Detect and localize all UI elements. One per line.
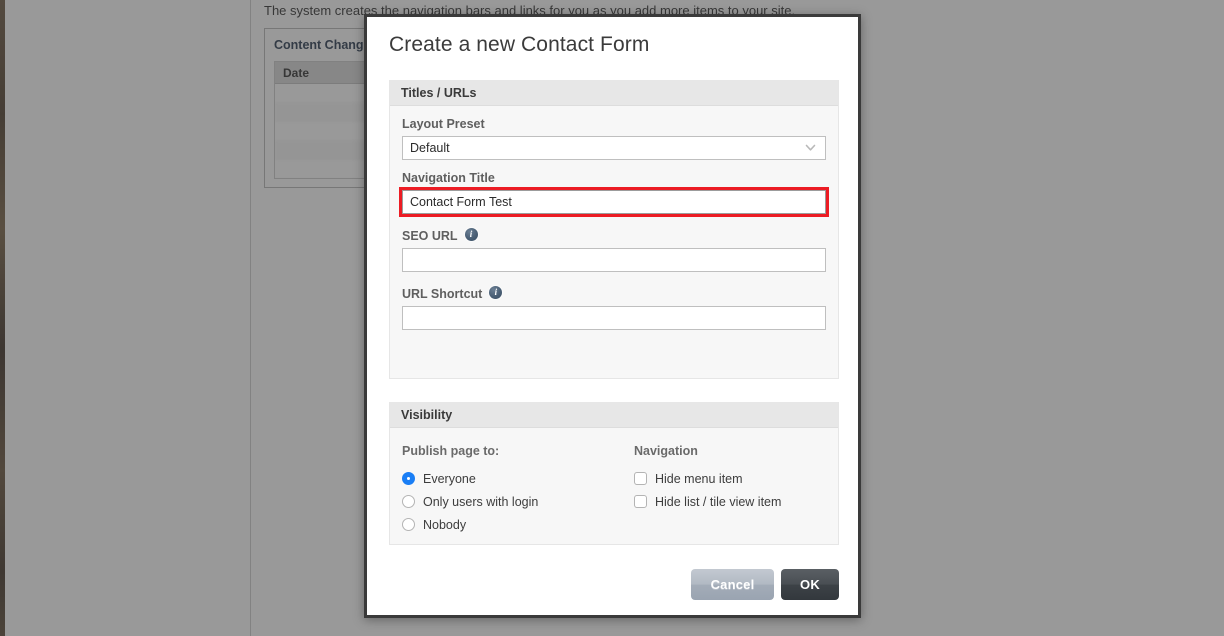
navigation-title-field: Navigation Title <box>399 170 829 217</box>
radio-icon <box>402 518 415 531</box>
seo-url-field: SEO URL <box>402 227 826 272</box>
url-shortcut-field: URL Shortcut <box>402 285 826 330</box>
checkbox-icon <box>634 495 647 508</box>
screen: The system creates the navigation bars a… <box>0 0 1224 636</box>
radio-everyone[interactable]: Everyone <box>402 467 634 490</box>
create-contact-form-dialog: Create a new Contact Form Titles / URLs … <box>364 14 861 618</box>
dialog-title: Create a new Contact Form <box>389 33 650 56</box>
radio-everyone-label: Everyone <box>423 471 476 486</box>
seo-url-label: SEO URL <box>402 227 826 244</box>
checkbox-hide-list-tile-view-item-label: Hide list / tile view item <box>655 494 782 509</box>
radio-only-users-with-login[interactable]: Only users with login <box>402 490 634 513</box>
checkbox-hide-menu-item[interactable]: Hide menu item <box>634 467 826 490</box>
info-icon[interactable] <box>464 227 478 241</box>
seo-url-label-text: SEO URL <box>402 229 458 243</box>
cancel-button[interactable]: Cancel <box>691 569 774 600</box>
publish-label: Publish page to: <box>402 444 500 458</box>
navigation-options-label: Navigation <box>634 444 698 458</box>
radio-icon <box>402 495 415 508</box>
visibility-section: Visibility Publish page to: Everyone Onl… <box>389 402 839 545</box>
visibility-columns: Publish page to: Everyone Only users wit… <box>402 440 826 536</box>
layout-preset-label-text: Layout Preset <box>402 117 485 131</box>
layout-preset-select-wrap <box>402 136 826 160</box>
checkbox-hide-list-tile-view-item[interactable]: Hide list / tile view item <box>634 490 826 513</box>
radio-only-users-with-login-label: Only users with login <box>423 494 539 509</box>
layout-preset-label: Layout Preset <box>402 116 826 132</box>
checkbox-icon <box>634 472 647 485</box>
navigation-title-input[interactable] <box>402 190 826 214</box>
navigation-column: Navigation Hide menu item Hide list / ti… <box>634 444 826 536</box>
ok-button[interactable]: OK <box>781 569 839 600</box>
titles-urls-body: Layout Preset Navigation Title <box>390 106 838 344</box>
layout-preset-select[interactable] <box>402 136 826 160</box>
url-shortcut-input[interactable] <box>402 306 826 330</box>
url-shortcut-label-text: URL Shortcut <box>402 287 483 301</box>
navigation-title-label-text: Navigation Title <box>402 171 495 185</box>
info-icon[interactable] <box>489 285 503 299</box>
seo-url-input[interactable] <box>402 248 826 272</box>
radio-icon-checked <box>402 472 415 485</box>
layout-preset-field: Layout Preset <box>402 116 826 160</box>
navigation-title-label: Navigation Title <box>402 170 826 186</box>
radio-nobody[interactable]: Nobody <box>402 513 634 536</box>
titles-urls-section: Titles / URLs Layout Preset Default Navi… <box>389 80 839 379</box>
navigation-title-highlight <box>399 187 829 217</box>
publish-column: Publish page to: Everyone Only users wit… <box>402 444 634 536</box>
visibility-heading: Visibility <box>390 402 838 428</box>
titles-urls-heading: Titles / URLs <box>390 80 838 106</box>
checkbox-hide-menu-item-label: Hide menu item <box>655 471 743 486</box>
radio-nobody-label: Nobody <box>423 517 467 532</box>
url-shortcut-label: URL Shortcut <box>402 285 826 302</box>
visibility-body: Publish page to: Everyone Only users wit… <box>390 428 838 550</box>
